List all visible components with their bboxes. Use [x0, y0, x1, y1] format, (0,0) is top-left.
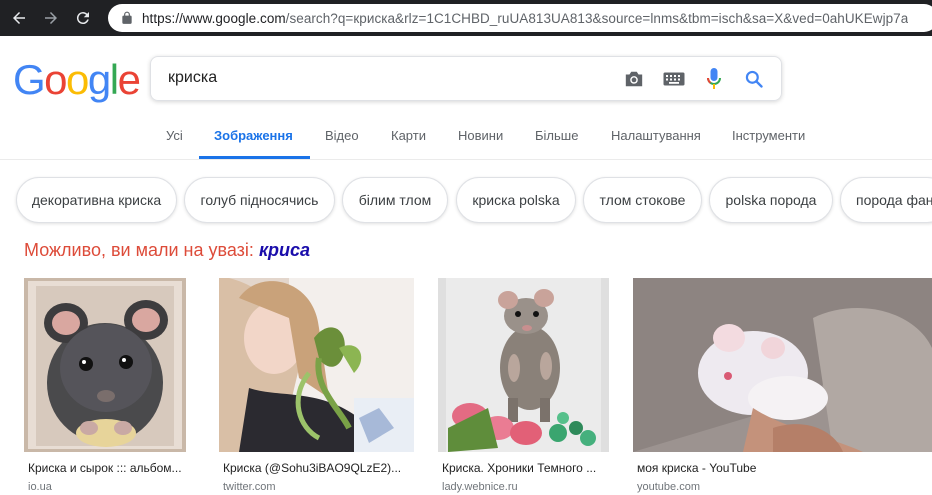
lock-icon	[122, 11, 132, 24]
suggestion-chip[interactable]: тлом стокове	[583, 177, 702, 223]
suggestion-chip[interactable]: polska порода	[709, 177, 833, 223]
browser-toolbar: https://www.google.com/search?q=криска&r…	[0, 0, 932, 36]
search-box[interactable]: криска	[150, 56, 782, 101]
logo-letter: g	[87, 56, 111, 103]
logo-letter: o	[66, 56, 89, 103]
logo-letter: G	[13, 56, 46, 103]
active-tab-indicator	[199, 156, 310, 159]
suggestion-chip[interactable]: криска polska	[456, 177, 576, 223]
result-thumbnail[interactable]	[633, 278, 932, 452]
forward-button[interactable]	[38, 5, 64, 31]
tab-settings[interactable]: Налаштування	[611, 128, 701, 143]
google-logo[interactable]: Google	[13, 56, 141, 104]
result-source: youtube.com	[637, 481, 700, 493]
reload-icon	[76, 12, 89, 25]
suggestion-chip[interactable]: голуб підносячись	[184, 177, 335, 223]
url-text: https://www.google.com/search?q=криска&r…	[142, 11, 908, 26]
url-path: /search?q=криска&rlz=1C1CHBD_ruUA813UA81…	[285, 10, 909, 26]
did-you-mean-link[interactable]: криса	[259, 240, 310, 260]
url-host: https://www.google.com	[142, 10, 286, 26]
tab-maps[interactable]: Карти	[391, 128, 426, 143]
suggestion-chip[interactable]: білим тлом	[342, 177, 448, 223]
search-icon[interactable]	[743, 68, 765, 90]
keyboard-icon[interactable]	[663, 68, 685, 90]
result-source: twitter.com	[223, 481, 276, 493]
logo-letter: o	[44, 56, 67, 103]
tab-news[interactable]: Новини	[458, 128, 503, 143]
result-source: io.ua	[28, 481, 52, 493]
tab-all[interactable]: Усі	[166, 128, 183, 143]
did-you-mean: Можливо, ви мали на увазі: криса	[24, 240, 310, 261]
suggestion-chip[interactable]: декоративна криска	[16, 177, 177, 223]
logo-letter: e	[117, 56, 141, 103]
result-source: lady.webnice.ru	[442, 481, 518, 493]
result-title[interactable]: моя криска - YouTube	[637, 461, 756, 475]
camera-icon[interactable]	[623, 68, 645, 90]
microphone-icon[interactable]	[703, 68, 725, 90]
result-title[interactable]: Криска (@Sohu3iBAO9QLzE2)...	[223, 461, 401, 475]
search-input[interactable]: криска	[168, 69, 217, 87]
result-thumbnail[interactable]	[219, 278, 414, 452]
reload-button[interactable]	[70, 5, 96, 31]
logo-letter: l	[109, 56, 119, 103]
tab-more[interactable]: Більше	[535, 128, 578, 143]
tab-images[interactable]: Зображення	[214, 128, 293, 143]
arrow-left-icon	[13, 12, 25, 24]
suggestion-chip[interactable]: порода фан	[840, 177, 932, 223]
tab-video[interactable]: Відео	[325, 128, 359, 143]
back-button[interactable]	[6, 5, 32, 31]
arrow-right-icon	[45, 12, 57, 24]
search-tabs: Усі Зображення Відео Карти Новини Більше…	[0, 122, 932, 160]
did-you-mean-label: Можливо, ви мали на увазі:	[24, 240, 254, 260]
result-thumbnail[interactable]	[438, 278, 609, 452]
result-thumbnail[interactable]	[24, 278, 186, 452]
result-title[interactable]: Криска. Хроники Темного ...	[442, 461, 596, 475]
tab-tools[interactable]: Інструменти	[732, 128, 805, 143]
address-bar[interactable]: https://www.google.com/search?q=криска&r…	[108, 4, 932, 32]
search-header: Google криска Усі Зображення Відео Карти…	[0, 36, 932, 160]
result-title[interactable]: Криска и сырок ::: альбом...	[28, 461, 182, 475]
